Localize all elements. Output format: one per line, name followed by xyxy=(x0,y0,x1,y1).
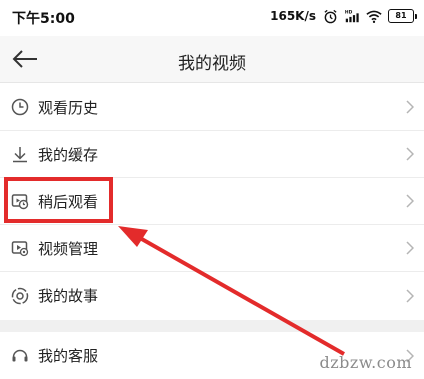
menu-item-label: 稍后观看 xyxy=(38,192,99,211)
menu-item-watch-history[interactable]: 观看历史 xyxy=(0,84,424,131)
navigation-header: 我的视频 xyxy=(0,36,424,83)
wifi-icon xyxy=(366,8,382,24)
alarm-icon xyxy=(322,8,338,24)
status-time: 下午5:00 xyxy=(12,11,75,27)
chevron-right-icon xyxy=(404,288,416,304)
watermark: dzbzw.com xyxy=(319,353,412,372)
battery-icon: 81 xyxy=(388,9,417,23)
menu-item-my-story[interactable]: 我的故事 xyxy=(0,272,424,319)
chevron-right-icon xyxy=(404,240,416,256)
watch-later-icon xyxy=(10,191,30,211)
svg-text:HD: HD xyxy=(345,9,353,15)
story-icon xyxy=(10,286,30,306)
page-title: 我的视频 xyxy=(178,54,246,74)
hd-signal-icon: HD xyxy=(344,8,360,24)
menu-item-watch-later[interactable]: 稍后观看 xyxy=(0,178,424,225)
menu-item-my-cache[interactable]: 我的缓存 xyxy=(0,131,424,178)
status-bar: 下午5:00 165K/s HD 81 xyxy=(0,0,424,36)
status-indicators: 165K/s HD 81 xyxy=(270,6,417,26)
chevron-right-icon xyxy=(404,99,416,115)
chevron-right-icon xyxy=(404,193,416,209)
menu-item-label: 观看历史 xyxy=(38,98,99,117)
chevron-right-icon xyxy=(404,146,416,162)
video-manage-icon xyxy=(10,238,30,258)
customer-service-icon xyxy=(10,346,30,366)
menu-item-label: 我的缓存 xyxy=(38,145,99,164)
menu-item-label: 视频管理 xyxy=(38,239,99,258)
menu-item-label: 我的客服 xyxy=(38,347,99,365)
clock-icon xyxy=(10,97,30,117)
menu-list: 观看历史 我的缓存 稍后观看 视频管理 我的故事 xyxy=(0,84,424,319)
section-divider xyxy=(0,320,424,332)
menu-item-video-management[interactable]: 视频管理 xyxy=(0,225,424,272)
menu-item-label: 我的故事 xyxy=(38,287,99,305)
network-speed: 165K/s xyxy=(270,9,316,23)
download-icon xyxy=(10,144,30,164)
